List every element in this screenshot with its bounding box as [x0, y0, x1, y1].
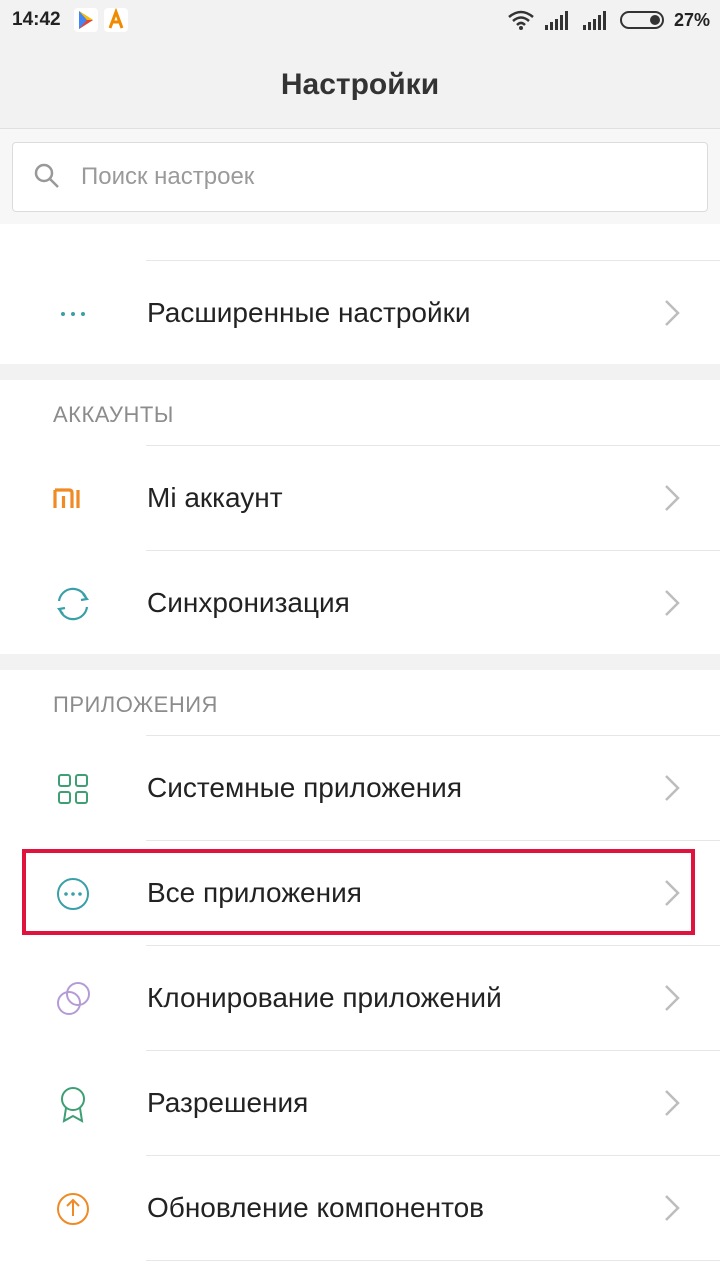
- row-all-apps[interactable]: Все приложения: [0, 841, 720, 945]
- search-area: [0, 129, 720, 224]
- search-box[interactable]: [12, 142, 708, 212]
- battery-icon: [619, 11, 664, 29]
- row-label: Разрешения: [147, 1087, 309, 1118]
- chevron-right-icon: [665, 1195, 680, 1221]
- search-input[interactable]: [79, 155, 683, 199]
- section-gap: [0, 654, 720, 670]
- grid-icon: [58, 774, 88, 804]
- chevron-right-icon: [665, 1090, 680, 1116]
- section-header-accounts: АККАУНТЫ: [53, 402, 174, 427]
- row-mi-account[interactable]: Mi аккаунт: [0, 446, 720, 550]
- mi-logo-icon: [53, 488, 80, 508]
- top-group: Расширенные настройки: [0, 224, 720, 364]
- page-title: Настройки: [280, 68, 440, 101]
- row-label: Mi аккаунт: [147, 482, 283, 513]
- row-label: Обновление компонентов: [147, 1192, 485, 1223]
- divider: [146, 1260, 720, 1261]
- app-a-icon: [104, 7, 128, 32]
- more-dots-icon: [61, 312, 85, 316]
- status-time: 14:42: [12, 9, 61, 30]
- badge-icon: [61, 1087, 85, 1123]
- section-gap: [0, 364, 720, 380]
- row-sync[interactable]: Синхронизация: [0, 551, 720, 655]
- row-component-updates[interactable]: Обновление компонентов: [0, 1156, 720, 1260]
- row-label: Системные приложения: [147, 772, 462, 803]
- row-label: Синхронизация: [147, 587, 350, 618]
- title-bar: Настройки: [0, 40, 720, 129]
- signal-icon: [544, 11, 568, 30]
- row-label: Все приложения: [147, 877, 362, 908]
- chevron-right-icon: [665, 880, 680, 906]
- row-system-apps[interactable]: Системные приложения: [0, 736, 720, 840]
- row-permissions[interactable]: Разрешения: [0, 1051, 720, 1155]
- row-label: Клонирование приложений: [147, 982, 502, 1013]
- sync-icon: [56, 587, 90, 621]
- chevron-right-icon: [665, 985, 680, 1011]
- more-circle-icon: [57, 878, 89, 910]
- clone-circles-icon: [57, 982, 90, 1015]
- row-clone-apps[interactable]: Клонирование приложений: [0, 946, 720, 1050]
- upload-icon: [57, 1193, 89, 1225]
- wifi-icon: [508, 10, 534, 30]
- battery-percent: 27%: [673, 9, 710, 30]
- status-right: 27%: [508, 6, 710, 34]
- google-play-icon: [74, 8, 98, 32]
- section-header-apps: ПРИЛОЖЕНИЯ: [53, 692, 218, 717]
- chevron-right-icon: [665, 485, 680, 511]
- search-icon: [33, 162, 61, 195]
- row-label: Расширенные настройки: [147, 297, 471, 328]
- chevron-right-icon: [665, 300, 680, 326]
- chevron-right-icon: [665, 590, 680, 616]
- accounts-group: АККАУНТЫ Mi аккаунт Синхронизация: [0, 380, 720, 654]
- status-bar: 14:42 27%: [0, 0, 720, 40]
- chevron-right-icon: [665, 775, 680, 801]
- signal-icon-2: [582, 11, 606, 30]
- apps-group: ПРИЛОЖЕНИЯ Системные приложения Все прил…: [0, 670, 720, 1280]
- row-advanced-settings[interactable]: Расширенные настройки: [0, 261, 720, 365]
